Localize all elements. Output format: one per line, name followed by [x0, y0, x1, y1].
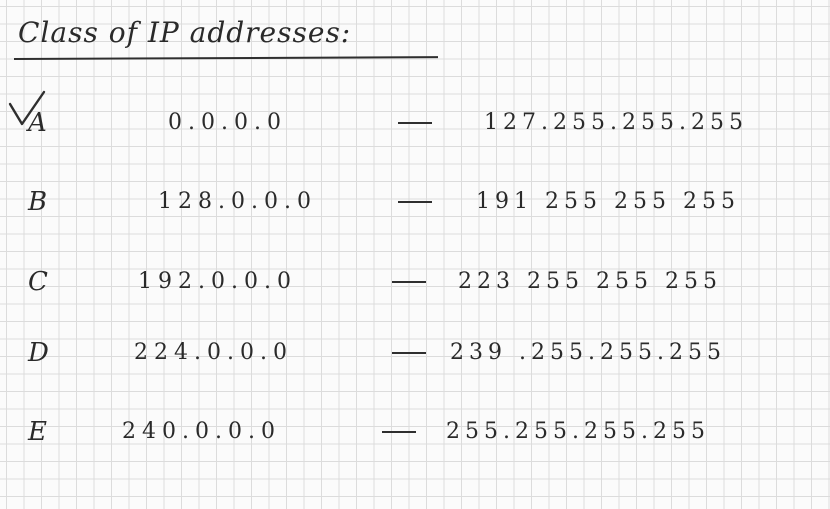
notes-page: Class of IP addresses: A 0.0.0.0 127.255… — [0, 0, 830, 509]
class-letter: B — [28, 187, 48, 217]
class-row-c: C 192.0.0.0 223 255 255 255 — [0, 262, 830, 302]
range-start: 240.0.0.0 — [122, 419, 281, 444]
title-underline — [13, 56, 439, 60]
range-end: 239 .255.255.255 — [450, 340, 726, 365]
range-start: 128.0.0.0 — [158, 189, 317, 214]
class-letter: C — [28, 267, 48, 297]
class-row-d: D 224.0.0.0 239 .255.255.255 — [0, 333, 830, 373]
range-dash — [398, 201, 432, 203]
class-row-e: E 240.0.0.0 255.255.255.255 — [0, 412, 830, 452]
range-end: 191 255 255 255 — [476, 189, 740, 214]
range-end: 127.255.255.255 — [484, 110, 748, 135]
class-letter: A — [28, 108, 47, 138]
range-start: 192.0.0.0 — [138, 269, 297, 294]
class-row-b: B 128.0.0.0 191 255 255 255 — [0, 182, 830, 222]
range-start: 0.0.0.0 — [168, 110, 287, 135]
class-letter: D — [28, 338, 49, 368]
range-dash — [398, 122, 432, 124]
range-start: 224.0.0.0 — [134, 340, 293, 365]
class-letter: E — [28, 417, 47, 447]
range-end: 255.255.255.255 — [446, 419, 710, 444]
page-title: Class of IP addresses: — [18, 16, 352, 49]
range-dash — [392, 281, 426, 283]
range-dash — [392, 352, 426, 354]
range-dash — [382, 431, 416, 433]
range-end: 223 255 255 255 — [458, 269, 722, 294]
class-row-a: A 0.0.0.0 127.255.255.255 — [0, 103, 830, 143]
